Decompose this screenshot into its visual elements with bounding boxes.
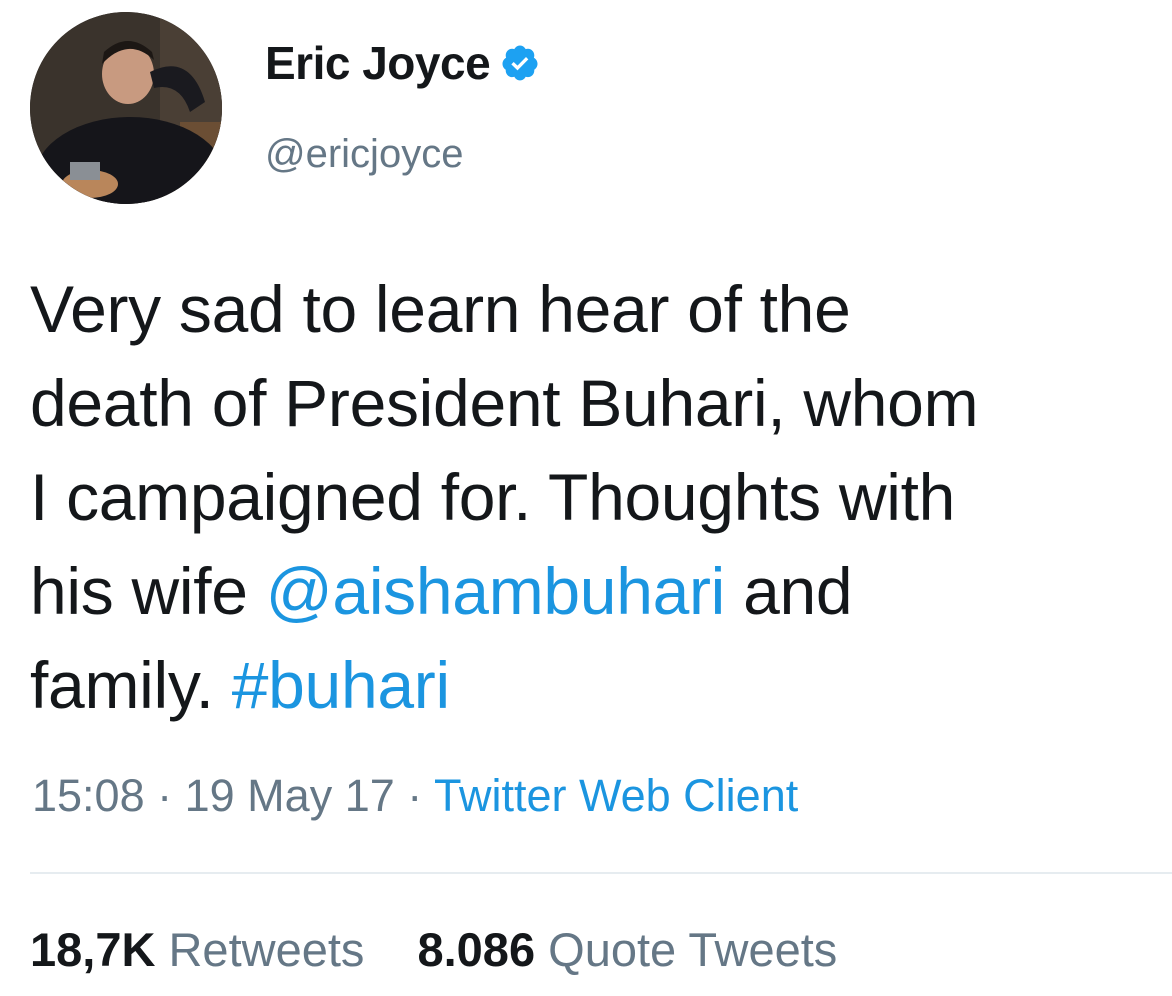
quote-tweets-stat[interactable]: 8.086 Quote Tweets xyxy=(417,923,837,976)
tweet-line: death of President Buhari, whom xyxy=(30,366,979,440)
avatar-photo xyxy=(30,12,222,204)
meta-separator: · xyxy=(394,770,434,821)
tweet-line: his wife @aishambuhari and xyxy=(30,544,1170,638)
tweet-time[interactable]: 15:08 xyxy=(32,770,145,821)
meta-separator: · xyxy=(144,770,185,821)
hashtag-link[interactable]: #buhari xyxy=(232,648,450,722)
verified-badge-icon xyxy=(500,43,540,83)
retweets-label: Retweets xyxy=(168,923,365,976)
tweet-text-segment: his wife xyxy=(30,554,266,628)
tweet-text: Very sad to learn hear of the death of P… xyxy=(30,262,1170,732)
tweet-stats: 18,7K Retweets 8.086 Quote Tweets xyxy=(30,922,877,977)
mention-link[interactable]: @aishambuhari xyxy=(266,554,726,628)
author-display-name-row[interactable]: Eric Joyce xyxy=(265,36,540,90)
tweet-text-segment: and xyxy=(725,554,853,628)
author-display-name[interactable]: Eric Joyce xyxy=(265,36,491,90)
tweet-date[interactable]: 19 May 17 xyxy=(185,770,395,821)
tweet-source-link[interactable]: Twitter Web Client xyxy=(434,770,798,821)
avatar[interactable] xyxy=(30,12,222,204)
tweet-text-segment: family. xyxy=(30,648,232,722)
quote-tweets-label: Quote Tweets xyxy=(548,923,838,976)
tweet-line: family. #buhari xyxy=(30,638,1170,732)
tweet-line: Very sad to learn hear of the xyxy=(30,272,851,346)
retweets-count: 18,7K xyxy=(30,923,156,976)
tweet-line: I campaigned for. Thoughts with xyxy=(30,460,956,534)
retweets-stat[interactable]: 18,7K Retweets xyxy=(30,923,364,976)
author-handle[interactable]: @ericjoyce xyxy=(265,132,463,177)
quote-tweets-count: 8.086 xyxy=(417,923,536,976)
tweet-meta: 15:08 · 19 May 17 · Twitter Web Client xyxy=(32,770,798,822)
divider xyxy=(30,872,1172,874)
